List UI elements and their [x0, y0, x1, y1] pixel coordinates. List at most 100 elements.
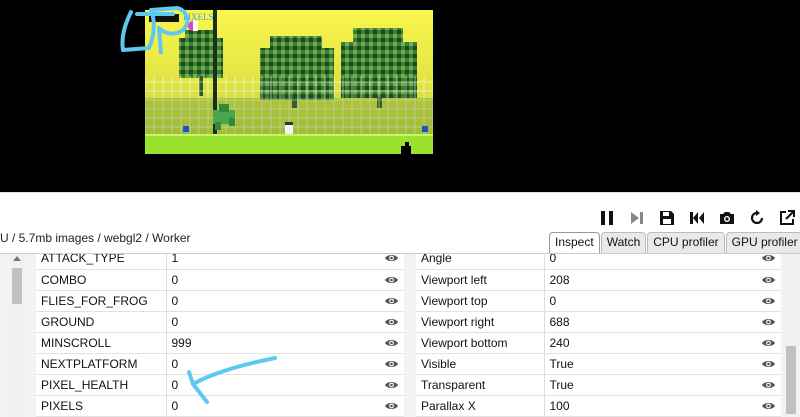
screenshot-button[interactable]: [716, 207, 738, 229]
status-bar-text: U / 5.7mb images / webgl2 / Worker: [0, 231, 191, 245]
tab-cpu-profiler[interactable]: CPU profiler: [647, 232, 725, 253]
property-row: Viewport right 688: [416, 311, 781, 333]
property-name: Viewport bottom: [416, 332, 545, 354]
eye-icon: [384, 381, 398, 388]
inspect-content: ATTACK_TYPE 1 COMBO 0 FLIES_FOR_FROG 0 GROUND 0…: [0, 253, 800, 417]
property-name: ATTACK_TYPE: [36, 254, 167, 270]
property-value[interactable]: 240: [544, 332, 755, 354]
watch-toggle[interactable]: [755, 254, 781, 270]
eye-icon: [761, 276, 775, 283]
left-scrollbar[interactable]: [10, 254, 24, 417]
watch-toggle[interactable]: [378, 269, 404, 291]
property-name: MINSCROLL: [36, 332, 167, 354]
eye-icon: [761, 339, 775, 346]
watch-toggle[interactable]: [378, 311, 404, 333]
watch-toggle[interactable]: [755, 395, 781, 417]
pickup: [422, 126, 428, 132]
watch-toggle[interactable]: [755, 332, 781, 354]
eye-icon: [761, 255, 775, 262]
debugger-panel: U / 5.7mb images / webgl2 / Worker Inspe…: [0, 192, 800, 417]
eye-icon: [384, 297, 398, 304]
annotation-arrow: [187, 356, 277, 404]
restart-button[interactable]: [686, 207, 708, 229]
property-row: Visible True: [416, 353, 781, 375]
layer-properties-table: Angle 0 Viewport left 208 Viewport top 0 Viewp…: [416, 254, 781, 417]
property-name: Angle: [416, 254, 545, 270]
eye-icon: [761, 297, 775, 304]
property-value[interactable]: 0: [166, 269, 378, 291]
restart-icon: [690, 212, 704, 224]
property-name: Transparent: [416, 374, 545, 396]
watch-toggle[interactable]: [378, 353, 404, 375]
right-scrollbar[interactable]: [784, 254, 798, 417]
watch-toggle[interactable]: [378, 395, 404, 417]
property-name: Visible: [416, 353, 545, 375]
tab-gpu-profiler[interactable]: GPU profiler: [725, 232, 800, 253]
eye-icon: [384, 339, 398, 346]
property-row: ATTACK_TYPE 1: [36, 254, 404, 270]
property-name: Parallax X: [416, 395, 545, 417]
property-name: PIXEL_HEALTH: [36, 374, 167, 396]
debugger-toolbar: [596, 207, 798, 229]
reload-icon: [750, 210, 764, 225]
watch-toggle[interactable]: [378, 332, 404, 354]
popout-button[interactable]: [776, 207, 798, 229]
property-value[interactable]: 0: [166, 311, 378, 333]
eye-icon: [761, 360, 775, 367]
watch-toggle[interactable]: [755, 353, 781, 375]
property-row: FLIES_FOR_FROG 0: [36, 290, 404, 312]
property-value[interactable]: 0: [166, 290, 378, 312]
watch-toggle[interactable]: [378, 254, 404, 270]
tab-inspect[interactable]: Inspect: [549, 232, 600, 253]
property-name: Viewport right: [416, 311, 545, 333]
property-name: Viewport left: [416, 269, 545, 291]
eye-icon: [384, 276, 398, 283]
property-row: Viewport bottom 240: [416, 332, 781, 354]
property-name: NEXTPLATFORM: [36, 353, 167, 375]
scrollbar-thumb[interactable]: [786, 346, 796, 414]
eye-icon: [761, 402, 775, 409]
watch-toggle[interactable]: [755, 311, 781, 333]
property-name: FLIES_FOR_FROG: [36, 290, 167, 312]
property-value[interactable]: 0: [544, 254, 755, 270]
property-row: Transparent True: [416, 374, 781, 396]
property-row: Angle 0: [416, 254, 781, 270]
game-stage: PIXELS: [0, 0, 800, 192]
property-row: COMBO 0: [36, 269, 404, 291]
watch-toggle[interactable]: [755, 269, 781, 291]
annotation-scribble: [120, 6, 190, 54]
property-name: PIXELS: [36, 395, 167, 417]
eye-icon: [761, 381, 775, 388]
save-button[interactable]: [656, 207, 678, 229]
watch-toggle[interactable]: [378, 374, 404, 396]
popout-icon: [780, 210, 795, 225]
property-value[interactable]: 100: [544, 395, 755, 417]
reload-button[interactable]: [746, 207, 768, 229]
step-button[interactable]: [626, 207, 648, 229]
scrollbar-thumb[interactable]: [12, 268, 22, 304]
property-row: Viewport top 0: [416, 290, 781, 312]
property-value[interactable]: 1: [166, 254, 378, 270]
eye-icon: [384, 255, 398, 262]
property-name: GROUND: [36, 311, 167, 333]
debugger-tabs: Inspect Watch CPU profiler GPU profiler: [549, 232, 800, 253]
save-icon: [660, 211, 674, 225]
tab-watch[interactable]: Watch: [600, 232, 647, 253]
property-row: MINSCROLL 999: [36, 332, 404, 354]
property-value[interactable]: 208: [544, 269, 755, 291]
watch-toggle[interactable]: [755, 374, 781, 396]
property-value[interactable]: True: [544, 374, 755, 396]
scroll-up-arrow[interactable]: [13, 256, 21, 261]
property-value[interactable]: 688: [544, 311, 755, 333]
watch-toggle[interactable]: [378, 290, 404, 312]
property-name: Viewport top: [416, 290, 545, 312]
pause-icon: [601, 211, 613, 225]
eye-icon: [384, 402, 398, 409]
screenshot-icon: [720, 212, 734, 224]
property-value[interactable]: 999: [166, 332, 378, 354]
watch-toggle[interactable]: [755, 290, 781, 312]
property-value[interactable]: 0: [544, 290, 755, 312]
pause-button[interactable]: [596, 207, 618, 229]
property-value[interactable]: True: [544, 353, 755, 375]
eye-icon: [761, 318, 775, 325]
